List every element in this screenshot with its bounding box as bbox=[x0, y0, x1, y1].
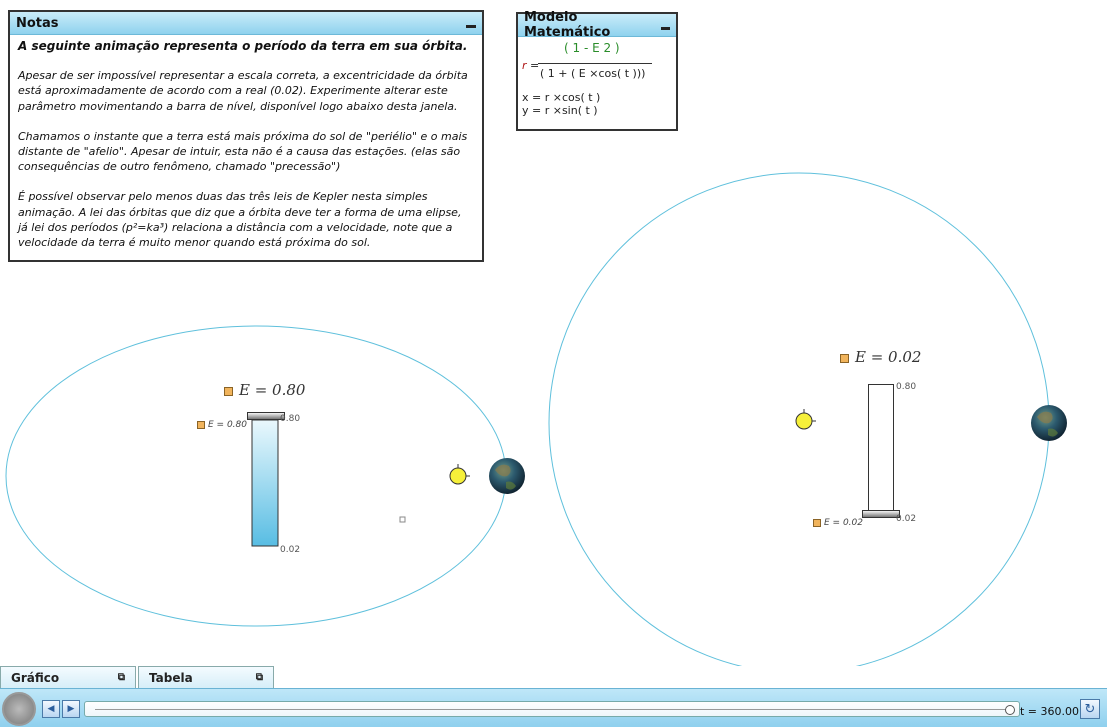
left-slider-value-label: E = 0.80 bbox=[197, 420, 247, 430]
tab-grafico[interactable]: Gráfico ⧉ bbox=[0, 666, 136, 688]
step-forward-icon[interactable]: ▶ bbox=[62, 700, 80, 718]
animation-toolbar: ◀ ▶ t = 360.00 ↻ bbox=[0, 688, 1107, 727]
tab-tabela[interactable]: Tabela ⧉ bbox=[138, 666, 274, 688]
left-slider-max: 0.80 bbox=[280, 414, 301, 424]
restore-window-icon[interactable]: ⧉ bbox=[118, 672, 125, 683]
time-track-line bbox=[95, 709, 1009, 710]
right-slider-min: 0.02 bbox=[896, 514, 917, 524]
right-slider-max: 0.80 bbox=[896, 382, 917, 392]
bottom-tabs: Gráfico ⧉ Tabela ⧉ bbox=[0, 666, 276, 688]
e-marker-icon bbox=[813, 518, 821, 527]
step-back-icon[interactable]: ◀ bbox=[42, 700, 60, 718]
right-slider-thumb[interactable] bbox=[862, 510, 900, 518]
time-readout: t = 360.00 bbox=[1020, 705, 1080, 718]
right-eccentricity-slider[interactable] bbox=[868, 384, 894, 515]
simulation-canvas bbox=[5, 172, 1067, 666]
tab-grafico-label: Gráfico bbox=[11, 670, 60, 685]
left-eccentricity-slider[interactable] bbox=[252, 420, 278, 546]
center-marker bbox=[399, 516, 406, 523]
right-slider-value-label: E = 0.02 bbox=[813, 518, 863, 528]
right-earth bbox=[1031, 405, 1067, 441]
e-marker-icon bbox=[224, 386, 233, 396]
time-slider-knob[interactable] bbox=[1005, 705, 1015, 715]
left-sun bbox=[449, 464, 470, 485]
right-e-label: E = 0.02 bbox=[840, 348, 921, 366]
restore-window-icon[interactable]: ⧉ bbox=[256, 672, 263, 683]
e-marker-icon bbox=[197, 420, 205, 429]
left-e-label: E = 0.80 bbox=[224, 381, 305, 399]
right-sun bbox=[795, 409, 816, 430]
e-marker-icon bbox=[840, 353, 849, 363]
refresh-icon[interactable]: ↻ bbox=[1080, 699, 1100, 719]
tab-tabela-label: Tabela bbox=[149, 670, 193, 685]
left-slider-min: 0.02 bbox=[280, 545, 301, 555]
play-circle-icon[interactable] bbox=[2, 692, 36, 726]
left-earth bbox=[489, 458, 525, 494]
time-slider[interactable] bbox=[84, 701, 1020, 717]
